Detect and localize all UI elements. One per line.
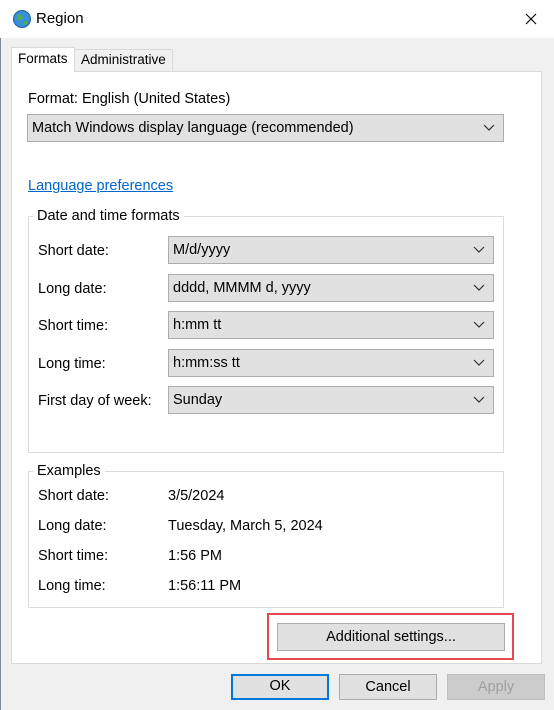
first-day-of-week-dropdown[interactable]: Sunday <box>168 386 494 414</box>
long-time-dropdown[interactable]: h:mm:ss tt <box>168 349 494 377</box>
date-time-formats-legend: Date and time formats <box>33 208 184 224</box>
example-long-date-label: Long date: <box>38 518 107 534</box>
format-dropdown[interactable]: Match Windows display language (recommen… <box>27 114 504 142</box>
title-bar: Region <box>0 0 554 38</box>
short-date-dropdown[interactable]: M/d/yyyy <box>168 236 494 264</box>
example-long-time-value: 1:56:11 PM <box>168 578 242 594</box>
short-time-label: Short time: <box>38 318 109 334</box>
language-preferences-link[interactable]: Language preferences <box>28 178 173 194</box>
short-date-label: Short date: <box>38 243 109 259</box>
long-time-value: h:mm:ss tt <box>173 355 240 371</box>
first-day-of-week-label: First day of week: <box>38 393 152 409</box>
close-button[interactable] <box>508 0 554 38</box>
short-time-dropdown[interactable]: h:mm tt <box>168 311 494 339</box>
chevron-down-icon <box>473 321 485 328</box>
first-day-of-week-value: Sunday <box>173 392 223 408</box>
chevron-down-icon <box>473 396 485 403</box>
tab-formats[interactable]: Formats <box>11 47 75 72</box>
example-long-time-label: Long time: <box>38 578 106 594</box>
long-date-value: dddd, MMMM d, yyyy <box>173 280 311 296</box>
example-short-time-value: 1:56 PM <box>168 548 222 564</box>
example-short-date-value: 3/5/2024 <box>168 488 225 504</box>
globe-icon <box>12 9 32 29</box>
short-time-value: h:mm tt <box>173 317 222 333</box>
format-dropdown-value: Match Windows display language (recommen… <box>32 120 354 136</box>
format-label: Format: English (United States) <box>28 91 231 107</box>
short-date-value: M/d/yyyy <box>173 242 231 258</box>
additional-settings-button[interactable]: Additional settings... <box>277 623 505 651</box>
example-short-date-label: Short date: <box>38 488 109 504</box>
window-title: Region <box>36 10 84 27</box>
long-date-label: Long date: <box>38 281 107 297</box>
ok-button[interactable]: OK <box>231 674 329 700</box>
cancel-button[interactable]: Cancel <box>339 674 437 700</box>
apply-button[interactable]: Apply <box>447 674 545 700</box>
example-long-date-value: Tuesday, March 5, 2024 <box>168 518 323 534</box>
example-short-time-label: Short time: <box>38 548 109 564</box>
chevron-down-icon <box>473 284 485 291</box>
chevron-down-icon <box>483 124 495 131</box>
examples-legend: Examples <box>33 463 105 479</box>
tab-administrative[interactable]: Administrative <box>74 49 173 71</box>
chevron-down-icon <box>473 359 485 366</box>
chevron-down-icon <box>473 246 485 253</box>
window-edge <box>0 38 1 710</box>
close-icon <box>525 13 537 25</box>
long-date-dropdown[interactable]: dddd, MMMM d, yyyy <box>168 274 494 302</box>
long-time-label: Long time: <box>38 356 106 372</box>
